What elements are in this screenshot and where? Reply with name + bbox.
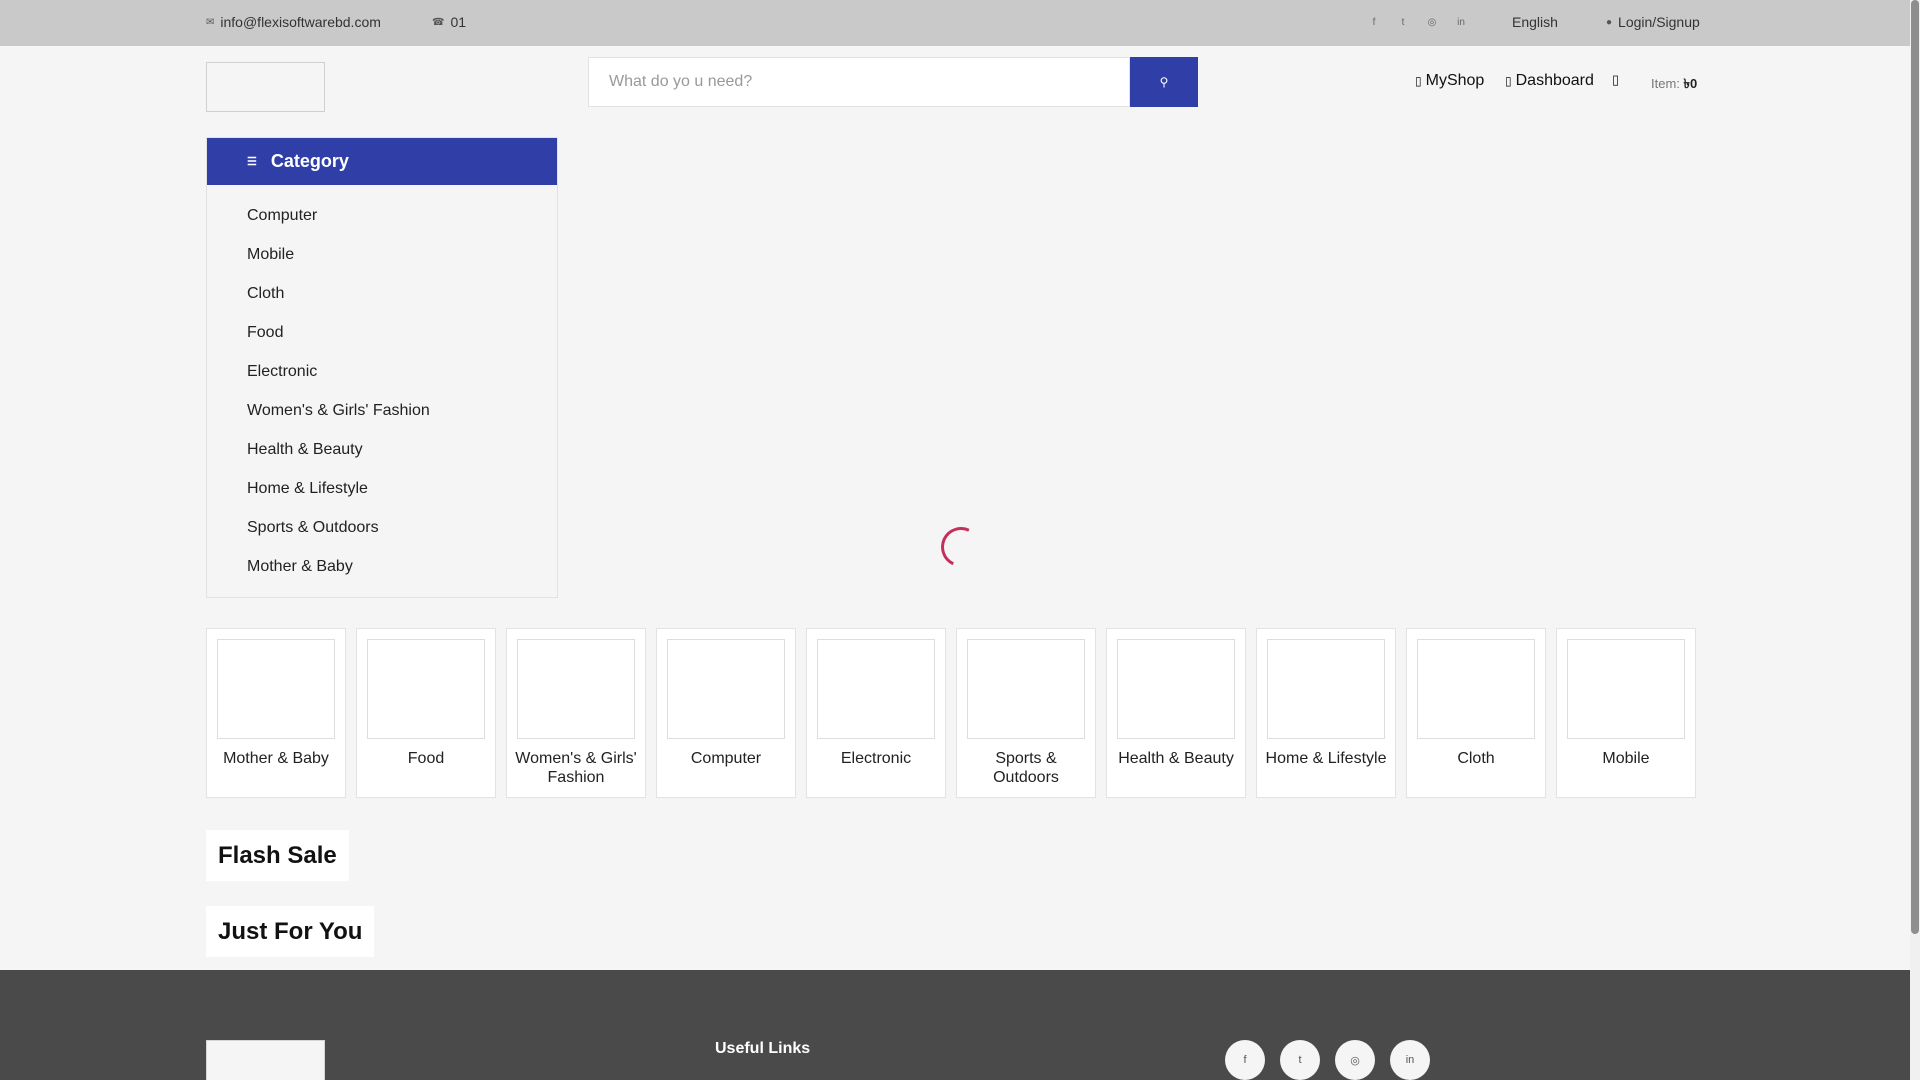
just-for-you-heading: Just For You [206, 906, 375, 957]
envelope-icon: ✉ [206, 16, 215, 28]
category-card-label: Mother & Baby [223, 750, 329, 767]
cart-summary[interactable]: Item: ৳0 [1651, 75, 1697, 96]
sidebar-item-home-lifestyle[interactable]: Home & Lifestyle [207, 469, 557, 508]
category-card-label: Women's & Girls' Fashion [515, 750, 637, 786]
category-card-label: Electronic [840, 750, 912, 767]
scrollbar-thumb[interactable] [1911, 0, 1919, 934]
footer: Useful Links f t ◎ in [0, 970, 1910, 1080]
email-text: info@flexisoftwarebd.com [220, 14, 381, 30]
category-title: Category [270, 151, 349, 171]
category-header[interactable]: ☰ Category [207, 138, 557, 185]
category-image [367, 639, 485, 739]
contact-email[interactable]: ✉ info@flexisoftwarebd.com [206, 14, 381, 30]
facebook-icon[interactable]: f [1368, 14, 1380, 30]
search-input[interactable] [588, 57, 1130, 107]
category-card[interactable]: Mother & Baby [206, 628, 346, 798]
category-image [817, 639, 935, 739]
category-image [517, 639, 635, 739]
linkedin-icon[interactable]: in [1390, 1040, 1430, 1080]
search-icon: ⚲ [1159, 75, 1169, 89]
category-card-label: Health & Beauty [1118, 750, 1234, 767]
dashboard-text: Dashboard [1515, 72, 1594, 89]
language-selector[interactable]: English [1512, 14, 1558, 30]
category-image [1117, 639, 1235, 739]
category-image [217, 639, 335, 739]
shop-icon: ▯ [1415, 74, 1422, 88]
linkedin-icon[interactable]: in [1455, 14, 1467, 30]
category-card[interactable]: Electronic [806, 628, 946, 798]
cart-label: Item: [1651, 76, 1680, 91]
loading-spinner [935, 521, 987, 573]
top-social-links: f t ◎ in [1368, 14, 1467, 30]
category-card-label: Sports & Outdoors [993, 750, 1059, 786]
sidebar-item-food[interactable]: Food [207, 313, 557, 352]
category-card[interactable]: Mobile [1556, 628, 1696, 798]
category-card[interactable]: Health & Beauty [1106, 628, 1246, 798]
sidebar-item-electronic[interactable]: Electronic [207, 352, 557, 391]
sidebar-item-computer[interactable]: Computer [207, 196, 557, 235]
category-card-label: Mobile [1602, 750, 1650, 767]
footer-logo[interactable] [206, 1040, 325, 1080]
search-bar: ⚲ [588, 57, 1198, 107]
phone-icon: ☎ [432, 16, 445, 28]
flash-sale-heading: Flash Sale [206, 830, 349, 881]
category-image [1267, 639, 1385, 739]
category-card[interactable]: Home & Lifestyle [1256, 628, 1396, 798]
category-image [667, 639, 785, 739]
footer-social-links: f t ◎ in [1225, 1040, 1430, 1080]
category-card-label: Food [407, 750, 445, 767]
sidebar-item-mother-baby[interactable]: Mother & Baby [207, 547, 557, 586]
page-scrollbar[interactable] [1910, 0, 1920, 1080]
twitter-icon[interactable]: t [1280, 1040, 1320, 1080]
sidebar-item-cloth[interactable]: Cloth [207, 274, 557, 313]
category-cards: Mother & Baby Food Women's & Girls' Fash… [206, 628, 1696, 798]
myshop-text: MyShop [1425, 72, 1485, 89]
search-button[interactable]: ⚲ [1130, 57, 1198, 107]
cart-icon: ▯ [1612, 72, 1620, 87]
cart-value: ৳0 [1683, 76, 1698, 91]
myshop-link[interactable]: ▯ MyShop [1415, 72, 1484, 90]
menu-icon: ☰ [247, 156, 257, 168]
category-card-label: Computer [690, 750, 762, 767]
category-sidebar: ☰ Category Computer Mobile Cloth Food El… [206, 137, 558, 598]
category-card[interactable]: Sports & Outdoors [956, 628, 1096, 798]
dashboard-link[interactable]: ▯ Dashboard [1505, 72, 1594, 90]
language-text: English [1512, 14, 1558, 30]
site-logo[interactable] [206, 62, 325, 112]
cart-button[interactable]: ▯ [1612, 72, 1619, 88]
sidebar-item-sports-outdoors[interactable]: Sports & Outdoors [207, 508, 557, 547]
instagram-icon[interactable]: ◎ [1426, 14, 1438, 30]
category-card[interactable]: Women's & Girls' Fashion [506, 628, 646, 798]
top-bar: ✉ info@flexisoftwarebd.com ☎ 01 f t ◎ in… [0, 0, 1910, 46]
category-card-label: Home & Lifestyle [1265, 750, 1387, 767]
category-card[interactable]: Computer [656, 628, 796, 798]
phone-text: 01 [450, 14, 467, 30]
sidebar-item-health-beauty[interactable]: Health & Beauty [207, 430, 557, 469]
category-card[interactable]: Food [356, 628, 496, 798]
category-image [1417, 639, 1535, 739]
category-list: Computer Mobile Cloth Food Electronic Wo… [207, 185, 557, 586]
useful-links-heading: Useful Links [715, 1040, 811, 1057]
category-image [967, 639, 1085, 739]
sidebar-item-mobile[interactable]: Mobile [207, 235, 557, 274]
login-link[interactable]: ● Login/Signup [1606, 14, 1700, 30]
instagram-icon[interactable]: ◎ [1335, 1040, 1375, 1080]
category-card[interactable]: Cloth [1406, 628, 1546, 798]
facebook-icon[interactable]: f [1225, 1040, 1265, 1080]
twitter-icon[interactable]: t [1397, 14, 1409, 30]
user-icon: ● [1606, 16, 1613, 28]
dashboard-icon: ▯ [1505, 74, 1512, 88]
login-text: Login/Signup [1618, 14, 1700, 30]
category-card-label: Cloth [1457, 750, 1495, 767]
category-image [1567, 639, 1685, 739]
sidebar-item-womens-fashion[interactable]: Women's & Girls' Fashion [207, 391, 557, 430]
contact-phone[interactable]: ☎ 01 [432, 14, 466, 30]
